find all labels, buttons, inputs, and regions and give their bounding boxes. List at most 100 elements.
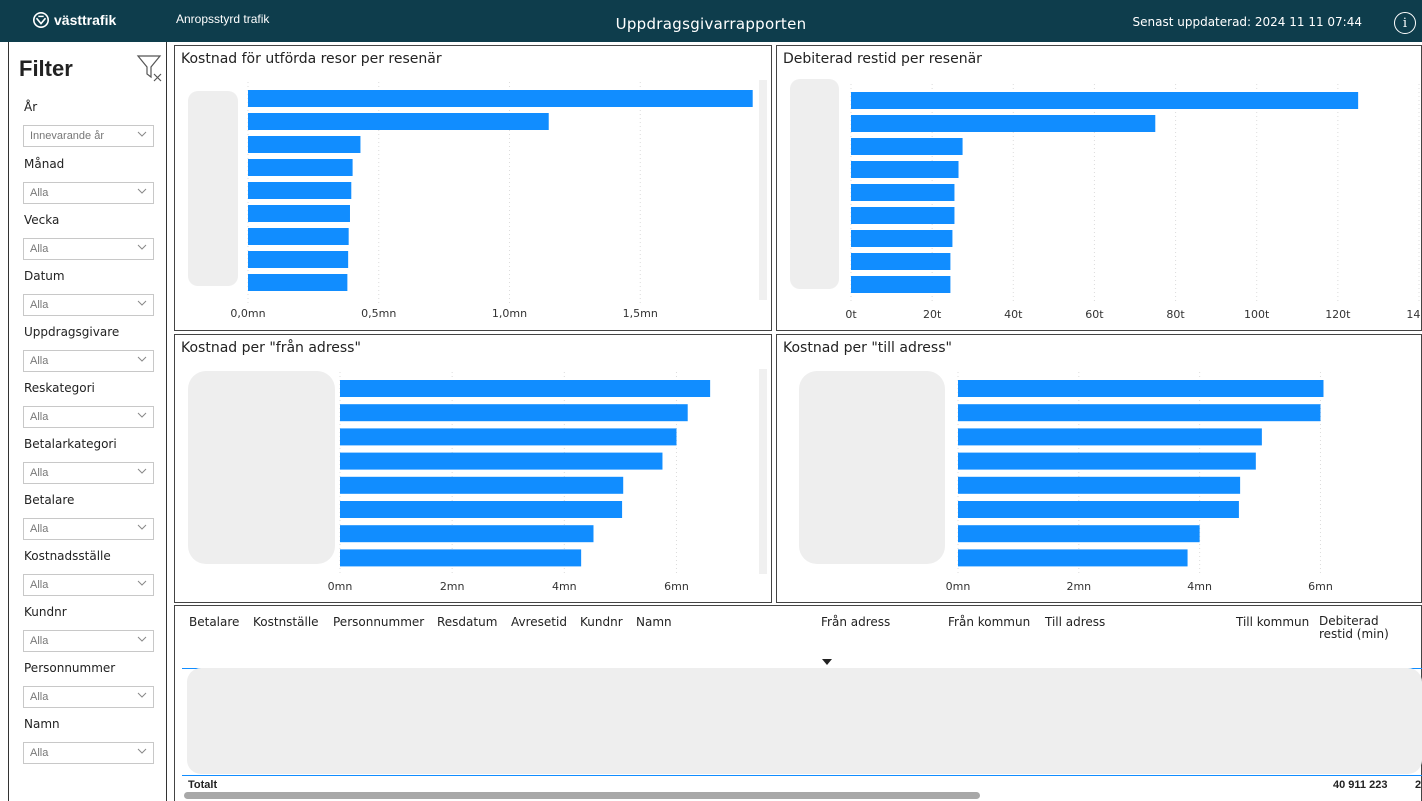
x-tick-label: 80t [1166,308,1185,321]
bar[interactable] [248,136,361,153]
bar[interactable] [248,274,348,291]
bar[interactable] [851,276,951,293]
filter-value: Alla [30,355,49,367]
bar[interactable] [851,138,963,155]
filter-dropdown[interactable]: Alla [23,574,154,596]
bar[interactable] [248,251,349,268]
column-header[interactable]: Från adress [821,615,890,629]
bar[interactable] [340,380,711,397]
bar[interactable] [248,205,350,222]
chevron-down-icon [137,578,147,588]
bar[interactable] [851,115,1156,132]
chevron-down-icon [137,466,147,476]
filter-label: Månad [24,157,65,171]
bar[interactable] [958,404,1321,422]
last-updated-text: Senast uppdaterad: 2024 11 11 07:44 [1132,15,1363,29]
bar[interactable] [340,404,688,422]
column-header[interactable]: Resdatum [437,615,497,629]
x-tick-label: 0mn [328,580,353,593]
total-value: 40 911 223 [1333,779,1388,791]
column-header[interactable]: Avresetid [511,615,567,629]
sort-descending-icon[interactable] [821,658,833,666]
x-tick-label: 60t [1085,308,1104,321]
column-header[interactable]: Personnummer [333,615,424,629]
redacted-table-rows [187,668,1422,774]
redacted-labels [790,79,839,289]
x-tick-label: 0mn [946,580,971,593]
bar[interactable] [958,549,1188,567]
column-header[interactable]: Betalare [189,615,239,629]
bar[interactable] [958,428,1262,446]
bar[interactable] [340,525,594,543]
filter-value: Alla [30,579,49,591]
top-bar: västtrafik Anropsstyrd trafik Uppdragsgi… [0,0,1422,42]
filter-dropdown[interactable]: Alla [23,238,154,260]
filter-label: Personnummer [24,661,116,675]
bar[interactable] [340,501,623,518]
bar[interactable] [851,92,1359,109]
x-tick-label: 2mn [1066,580,1091,593]
filter-label: Betalarkategori [24,437,117,451]
x-tick-label: 4mn [552,580,577,593]
filter-dropdown[interactable]: Alla [23,686,154,708]
bar[interactable] [851,161,959,178]
bar[interactable] [248,113,549,130]
chevron-down-icon [137,354,147,364]
bar[interactable] [958,525,1200,543]
filter-title: Filter [19,56,73,81]
column-header[interactable]: Kostnställe [253,615,319,629]
bar[interactable] [340,452,663,470]
chart-scrollbar[interactable] [759,369,767,574]
bar[interactable] [340,476,624,494]
bar[interactable] [958,380,1324,397]
bar[interactable] [958,452,1256,470]
bar[interactable] [851,184,955,201]
x-tick-label: 6mn [1308,580,1333,593]
chart-cost-from-address: Kostnad per "från adress" 0mn 2mn 4mn 6mn [174,334,772,603]
filter-dropdown[interactable]: Alla [23,350,154,372]
info-icon[interactable]: i [1394,12,1416,34]
filter-dropdown[interactable]: Alla [23,406,154,428]
chart-cost-to-address: Kostnad per "till adress" 0mn 2mn 4mn 6mn [776,334,1422,603]
chart-scrollbar[interactable] [759,80,767,300]
column-header[interactable]: Debiterad restid (min) [1319,615,1399,641]
filter-dropdown[interactable]: Alla [23,294,154,316]
filter-value: Alla [30,635,49,647]
bar[interactable] [248,159,353,176]
column-header[interactable]: Från kommun [948,615,1030,629]
filter-value: Alla [30,691,49,703]
filter-dropdown[interactable]: Alla [23,518,154,540]
filter-dropdown[interactable]: Alla [23,182,154,204]
bar[interactable] [248,90,753,107]
bar[interactable] [851,230,953,247]
x-tick-label: 140t [1406,308,1422,321]
x-tick-label: 120t [1325,308,1351,321]
bar[interactable] [248,182,352,199]
redacted-labels [188,371,335,564]
filter-value: Alla [30,411,49,423]
clear-filter-icon[interactable] [136,52,164,82]
bar[interactable] [851,207,955,224]
filter-dropdown[interactable]: Innevarande år [23,125,154,147]
filter-dropdown[interactable]: Alla [23,742,154,764]
total-label: Totalt [188,779,218,791]
filter-value: Alla [30,467,49,479]
column-header[interactable]: Till adress [1045,615,1105,629]
bar[interactable] [958,501,1239,518]
redacted-labels [799,371,945,564]
bar[interactable] [340,549,582,567]
x-tick-label: 0t [845,308,857,321]
bar[interactable] [340,428,677,446]
bar[interactable] [851,253,951,270]
x-tick-label: 40t [1004,308,1023,321]
x-tick-label: 0,5mn [361,307,396,320]
bar[interactable] [248,228,349,245]
bar[interactable] [958,476,1241,494]
filter-dropdown[interactable]: Alla [23,630,154,652]
column-header[interactable]: Kundnr [580,615,623,629]
column-header[interactable]: Namn [636,615,672,629]
filter-dropdown[interactable]: Alla [23,462,154,484]
horizontal-scrollbar[interactable] [184,792,980,799]
filter-value: Alla [30,299,49,311]
column-header[interactable]: Till kommun [1236,615,1309,629]
